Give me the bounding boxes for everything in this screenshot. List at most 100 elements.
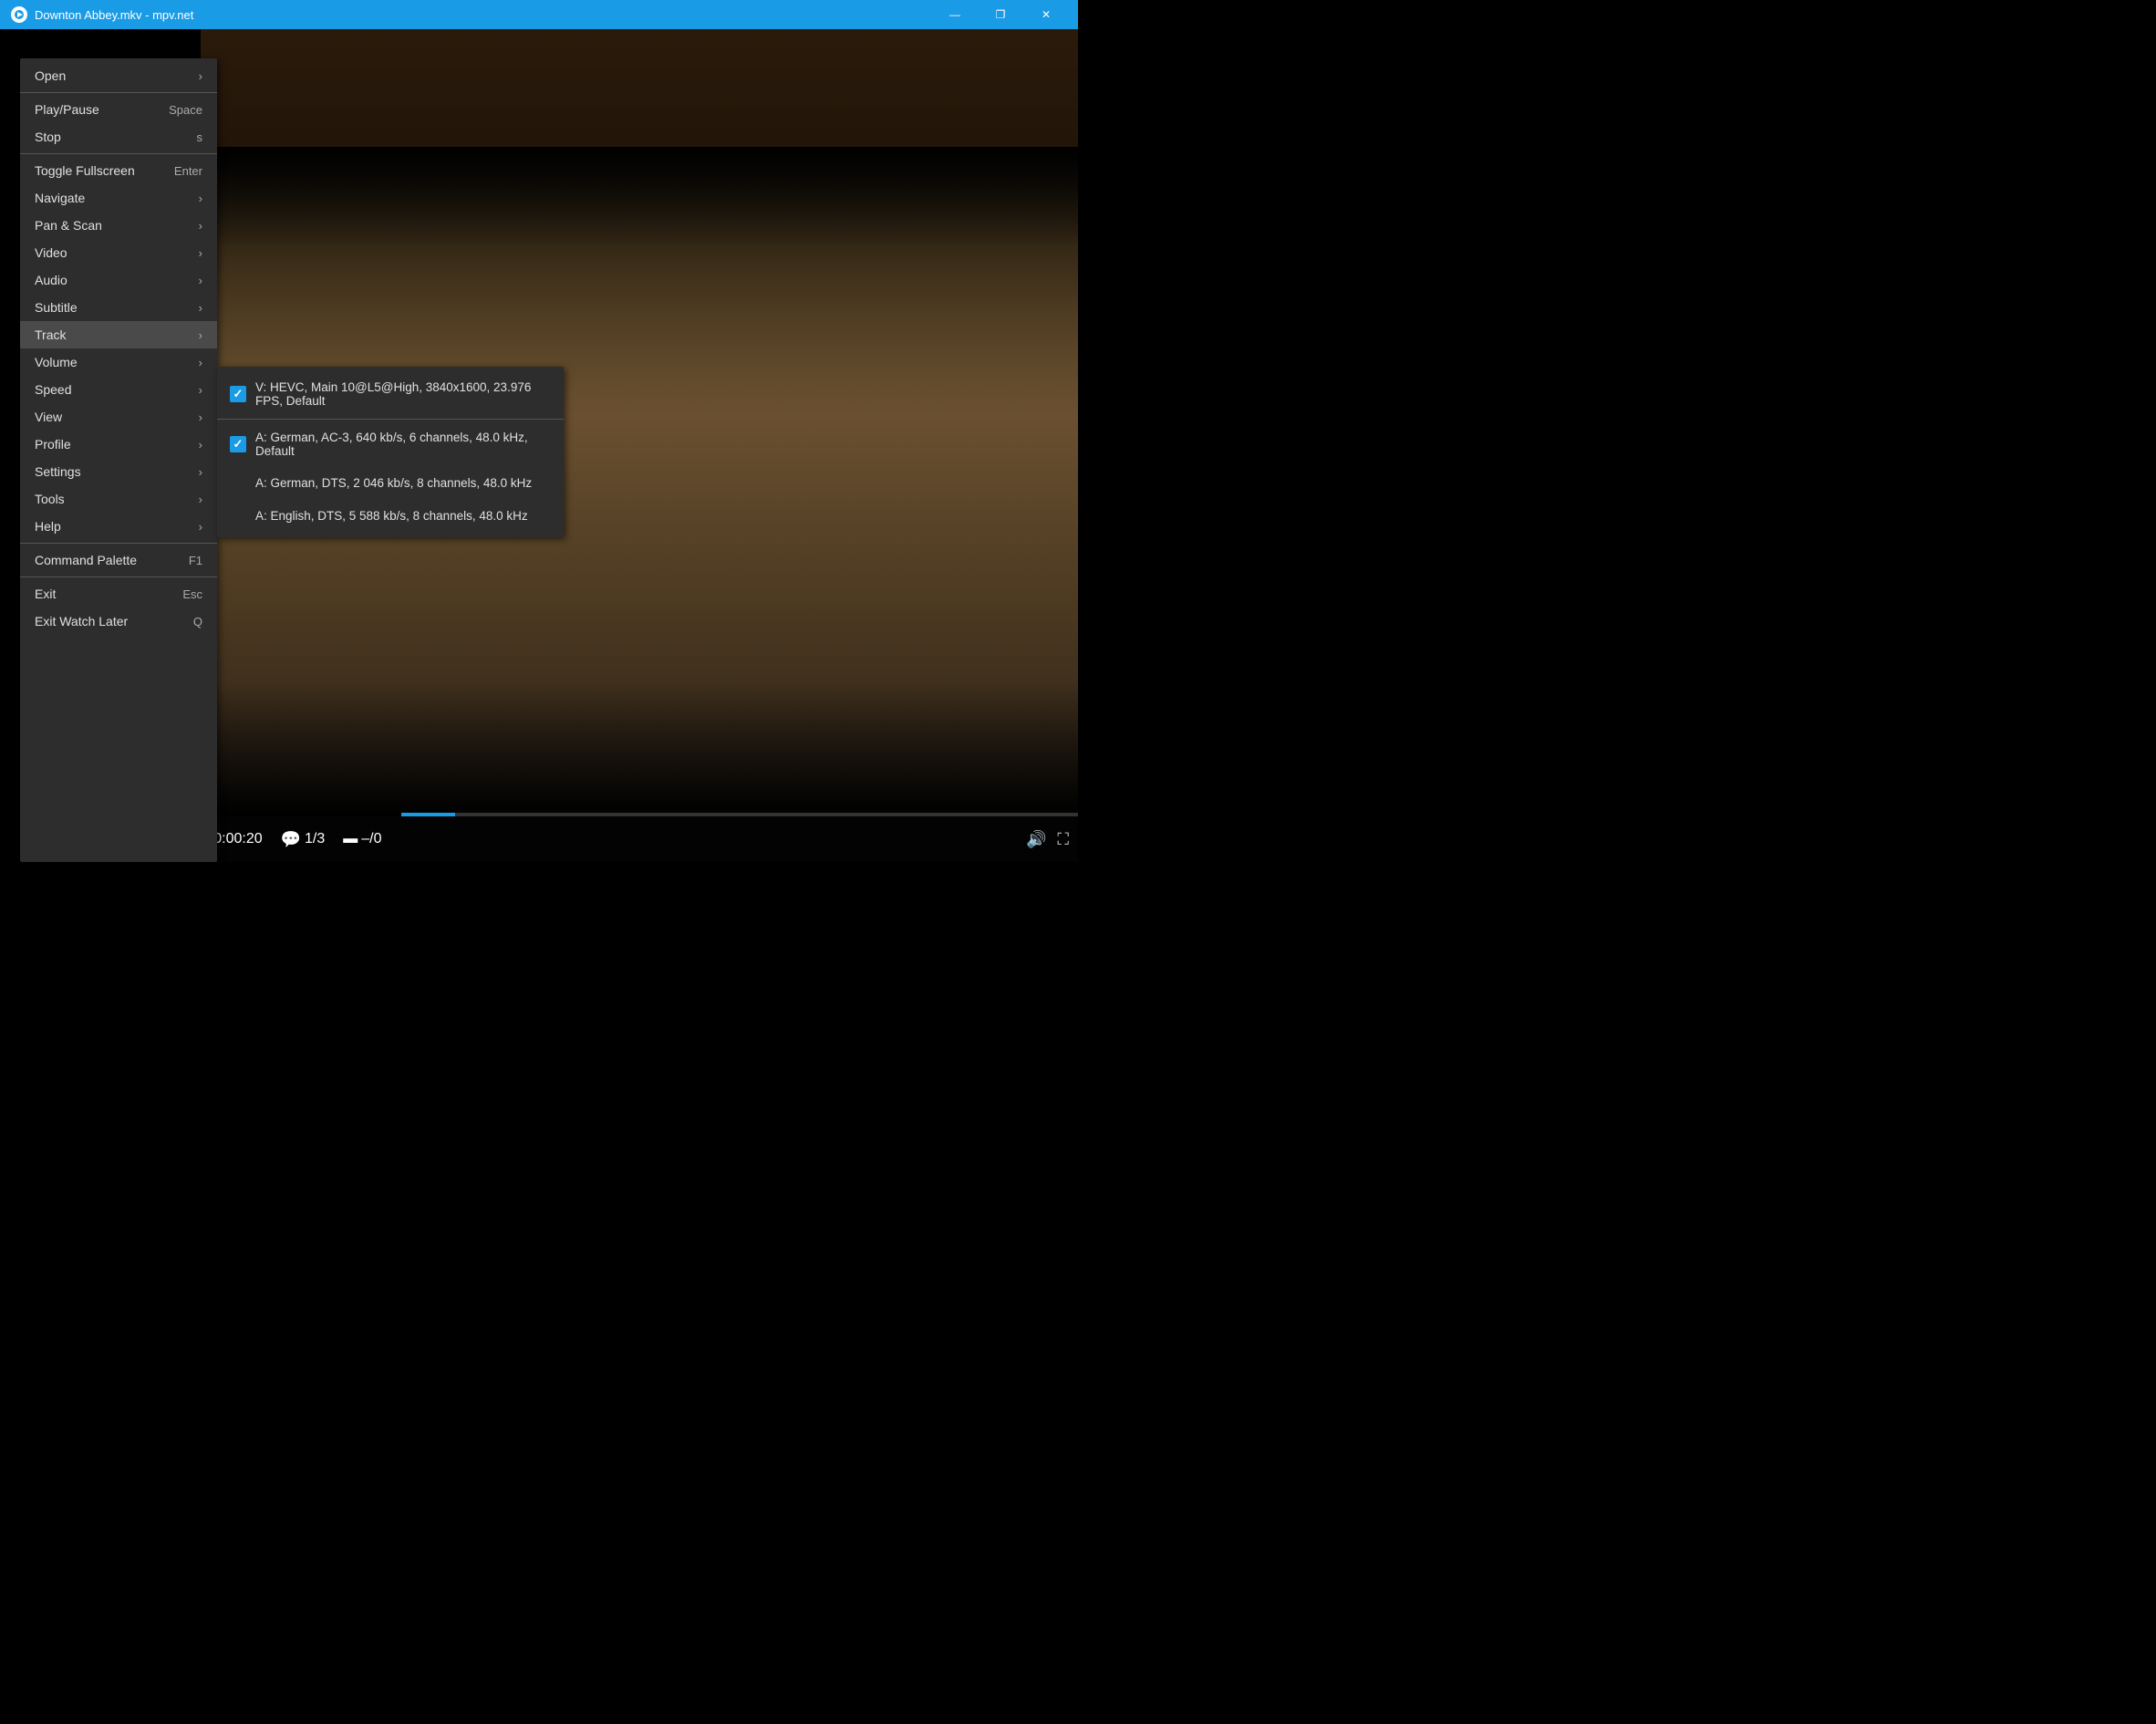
shortcut-exit: Esc [182, 587, 202, 601]
separator-1 [20, 92, 217, 93]
menu-label-view: View [35, 410, 62, 424]
arrow-view: › [199, 410, 202, 424]
bottom-bar: -00:00:20 💬 1/3 ▬ –/0 🔊 ⛶ [201, 816, 1078, 862]
shortcut-playpause: Space [169, 103, 202, 117]
menu-label-volume: Volume [35, 355, 78, 369]
arrow-navigate: › [199, 192, 202, 205]
arrow-video: › [199, 246, 202, 260]
menu-item-track[interactable]: Track › [20, 321, 217, 348]
submenu-item-audio-english-dts[interactable]: A: English, DTS, 5 588 kb/s, 8 channels,… [217, 499, 564, 532]
submenu-label-audio-german-dts: A: German, DTS, 2 046 kb/s, 8 channels, … [255, 476, 532, 490]
menu-item-profile[interactable]: Profile › [20, 431, 217, 458]
menu-item-toggle-fullscreen[interactable]: Toggle Fullscreen Enter [20, 157, 217, 184]
submenu-item-video-track[interactable]: ✓ V: HEVC, Main 10@L5@High, 3840x1600, 2… [217, 372, 564, 416]
titlebar: Downton Abbey.mkv - mpv.net — ❐ ✕ [0, 0, 1078, 29]
arrow-pan-scan: › [199, 219, 202, 233]
submenu-label-audio-german-ac3: A: German, AC-3, 640 kb/s, 6 channels, 4… [255, 431, 551, 458]
checkbox-empty-german-dts [230, 474, 246, 491]
arrow-volume: › [199, 356, 202, 369]
audio-count: –/0 [361, 831, 381, 847]
close-button[interactable]: ✕ [1025, 0, 1067, 29]
checkmark-video: ✓ [233, 387, 244, 401]
menu-label-navigate: Navigate [35, 191, 85, 205]
minimize-button[interactable]: — [934, 0, 976, 29]
arrow-open: › [199, 69, 202, 83]
subtitle-count: 1/3 [305, 831, 325, 847]
menu-item-command-palette[interactable]: Command Palette F1 [20, 546, 217, 574]
progress-bar-fill [401, 813, 455, 816]
menu-item-volume[interactable]: Volume › [20, 348, 217, 376]
window-controls: — ❐ ✕ [934, 0, 1067, 29]
subtitle-bubble-icon: 💬 [281, 830, 301, 849]
menu-item-settings[interactable]: Settings › [20, 458, 217, 485]
shortcut-command-palette: F1 [189, 554, 202, 567]
menu-item-video[interactable]: Video › [20, 239, 217, 266]
menu-item-tools[interactable]: Tools › [20, 485, 217, 513]
arrow-track: › [199, 328, 202, 342]
menu-label-help: Help [35, 519, 61, 534]
context-menu: Open › Play/Pause Space Stop s Toggle Fu… [20, 58, 217, 862]
menu-item-playpause[interactable]: Play/Pause Space [20, 96, 217, 123]
menu-label-settings: Settings [35, 464, 81, 479]
arrow-help: › [199, 520, 202, 534]
menu-label-subtitle: Subtitle [35, 300, 78, 315]
menu-item-pan-scan[interactable]: Pan & Scan › [20, 212, 217, 239]
menu-label-exit-watch-later: Exit Watch Later [35, 614, 128, 628]
menu-label-command-palette: Command Palette [35, 553, 137, 567]
submenu-item-audio-german-ac3[interactable]: ✓ A: German, AC-3, 640 kb/s, 6 channels,… [217, 422, 564, 466]
progress-bar-container[interactable] [401, 813, 1078, 816]
audio-bar-icon: ▬ [343, 831, 358, 847]
menu-label-exit: Exit [35, 587, 56, 601]
checkbox-audio-german-ac3: ✓ [230, 436, 246, 452]
separator-3 [20, 543, 217, 544]
menu-item-view[interactable]: View › [20, 403, 217, 431]
submenu-label-audio-english-dts: A: English, DTS, 5 588 kb/s, 8 channels,… [255, 509, 528, 523]
submenu-label-video-track: V: HEVC, Main 10@L5@High, 3840x1600, 23.… [255, 380, 551, 408]
restore-button[interactable]: ❐ [980, 0, 1021, 29]
menu-item-audio[interactable]: Audio › [20, 266, 217, 294]
menu-item-subtitle[interactable]: Subtitle › [20, 294, 217, 321]
arrow-profile: › [199, 438, 202, 452]
menu-item-exit[interactable]: Exit Esc [20, 580, 217, 608]
menu-label-playpause: Play/Pause [35, 102, 99, 117]
menu-label-tools: Tools [35, 492, 65, 506]
bottom-icons: 🔊 ⛶ [1026, 830, 1069, 849]
menu-item-open[interactable]: Open › [20, 62, 217, 89]
submenu-item-audio-german-dts[interactable]: A: German, DTS, 2 046 kb/s, 8 channels, … [217, 466, 564, 499]
subtitle-indicator: 💬 1/3 [281, 830, 326, 849]
checkbox-empty-english-dts [230, 507, 246, 524]
shortcut-exit-watch-later: Q [193, 615, 202, 628]
arrow-speed: › [199, 383, 202, 397]
arrow-audio: › [199, 274, 202, 287]
app-icon [11, 6, 27, 23]
menu-label-stop: Stop [35, 130, 61, 144]
menu-item-speed[interactable]: Speed › [20, 376, 217, 403]
menu-label-video: Video [35, 245, 67, 260]
menu-item-exit-watch-later[interactable]: Exit Watch Later Q [20, 608, 217, 635]
menu-label-toggle-fullscreen: Toggle Fullscreen [35, 163, 135, 178]
separator-4 [20, 576, 217, 577]
menu-item-help[interactable]: Help › [20, 513, 217, 540]
arrow-tools: › [199, 493, 202, 506]
audio-indicator: ▬ –/0 [343, 831, 381, 847]
menu-label-track: Track [35, 327, 66, 342]
shortcut-fullscreen: Enter [174, 164, 202, 178]
track-submenu: ✓ V: HEVC, Main 10@L5@High, 3840x1600, 2… [217, 367, 564, 537]
window-title: Downton Abbey.mkv - mpv.net [35, 8, 934, 22]
volume-icon[interactable]: 🔊 [1026, 830, 1046, 849]
menu-label-pan-scan: Pan & Scan [35, 218, 102, 233]
checkmark-audio-german-ac3: ✓ [233, 437, 244, 452]
arrow-settings: › [199, 465, 202, 479]
arrow-subtitle: › [199, 301, 202, 315]
submenu-separator-1 [217, 419, 564, 420]
menu-label-audio: Audio [35, 273, 67, 287]
menu-label-open: Open [35, 68, 66, 83]
checkbox-video-track: ✓ [230, 386, 246, 402]
menu-item-stop[interactable]: Stop s [20, 123, 217, 151]
menu-label-profile: Profile [35, 437, 71, 452]
separator-2 [20, 153, 217, 154]
menu-item-navigate[interactable]: Navigate › [20, 184, 217, 212]
shortcut-stop: s [197, 130, 203, 144]
video-area: -00:00:20 💬 1/3 ▬ –/0 🔊 ⛶ ◀ Open › Play [0, 29, 1078, 862]
fullscreen-icon[interactable]: ⛶ [1057, 830, 1069, 849]
